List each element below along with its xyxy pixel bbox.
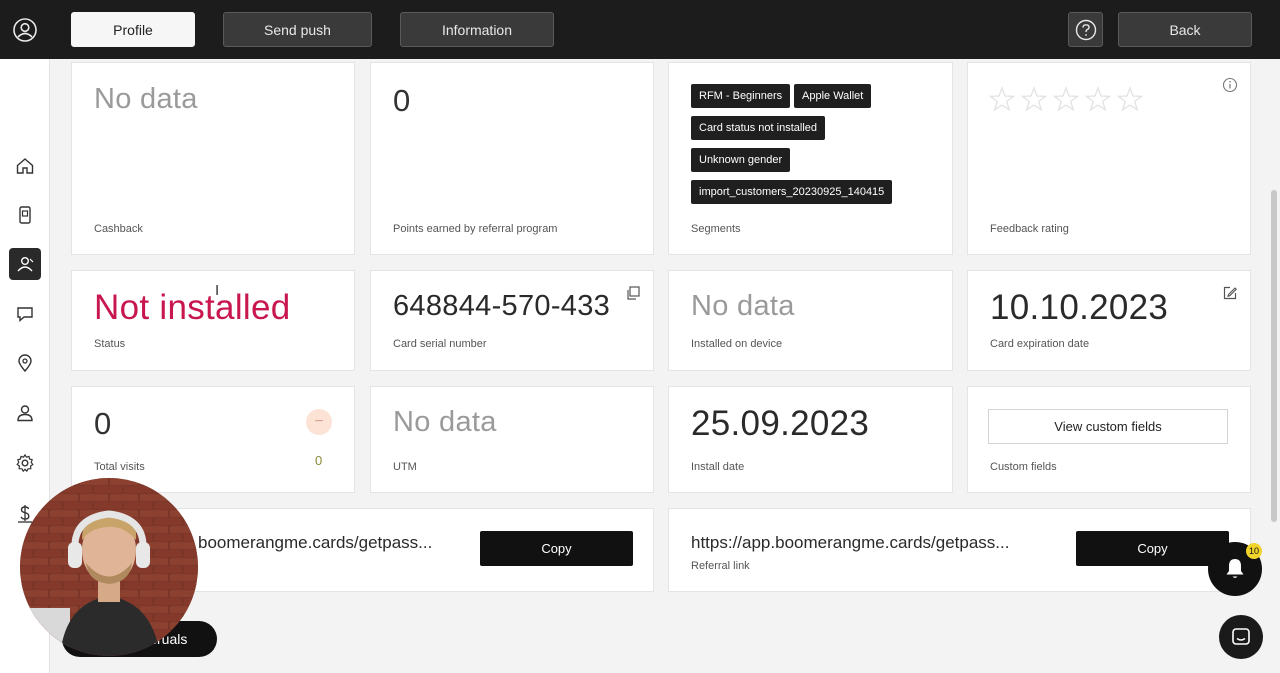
utm-card: No data UTM xyxy=(370,386,654,493)
segment-tag[interactable]: Card status not installed xyxy=(691,116,826,140)
card-link-text: boomerangme.cards/getpass... xyxy=(198,533,433,552)
referral-points-label: Points earned by referral program xyxy=(393,223,558,235)
custom-fields-card: View custom fields Custom fields xyxy=(967,386,1251,493)
top-bar: Profile Send push Information Back xyxy=(0,0,1280,59)
user-circle-icon[interactable] xyxy=(12,17,38,43)
webcam-presenter-image xyxy=(20,478,198,656)
feedback-stars xyxy=(988,85,1144,113)
sidebar-item-settings[interactable] xyxy=(9,447,41,479)
status-card: Not installed Status xyxy=(71,270,355,371)
status-value: Not installed xyxy=(94,288,291,327)
bell-icon xyxy=(1226,559,1244,578)
sidebar-item-messages[interactable] xyxy=(9,298,41,330)
person-icon xyxy=(17,405,33,422)
visits-secondary-value: 0 xyxy=(315,453,323,468)
chat-launcher-icon xyxy=(1232,628,1250,645)
support-chat-button[interactable] xyxy=(1219,615,1263,659)
expiration-value: 10.10.2023 xyxy=(990,288,1169,327)
sidebar-item-managers[interactable] xyxy=(9,397,41,429)
cashback-value: No data xyxy=(94,83,198,115)
segments-label: Segments xyxy=(691,223,741,235)
utm-value: No data xyxy=(393,406,497,438)
install-date-card: 25.09.2023 Install date xyxy=(668,386,953,493)
decrease-visits-button[interactable]: − xyxy=(306,409,332,435)
referral-points-value: 0 xyxy=(393,83,411,118)
copy-card-link-button[interactable]: Copy xyxy=(480,531,633,566)
feedback-card: Feedback rating xyxy=(967,62,1251,255)
sidebar-item-locations[interactable] xyxy=(9,347,41,379)
serial-value: 648844-570-433 xyxy=(393,290,611,322)
card-device-icon xyxy=(19,206,31,224)
utm-label: UTM xyxy=(393,461,417,473)
text-cursor-icon: I xyxy=(215,282,220,299)
segment-tag[interactable]: RFM - Beginners xyxy=(691,84,791,108)
expiration-card: 10.10.2023 Card expiration date xyxy=(967,270,1251,371)
help-button[interactable] xyxy=(1068,12,1103,47)
status-label: Status xyxy=(94,338,126,350)
device-label: Installed on device xyxy=(691,338,783,350)
referral-link-label: Referral link xyxy=(691,560,750,572)
device-value: No data xyxy=(691,290,795,322)
visits-value: 0 xyxy=(94,406,112,441)
notification-count-badge: 10 xyxy=(1246,543,1262,559)
referral-points-card: 0 Points earned by referral program xyxy=(370,62,654,255)
star-icon xyxy=(1084,86,1112,112)
question-circle-icon xyxy=(1075,19,1096,40)
install-date-label: Install date xyxy=(691,461,745,473)
segment-tag[interactable]: Unknown gender xyxy=(691,148,791,172)
view-custom-fields-button[interactable]: View custom fields xyxy=(988,409,1228,444)
accruals-tail-text: s xyxy=(206,638,215,655)
edit-icon[interactable] xyxy=(1222,285,1238,301)
referral-link-panel: https://app.boomerangme.cards/getpass...… xyxy=(668,508,1251,592)
chat-icon xyxy=(17,307,33,323)
star-icon xyxy=(988,86,1016,112)
sidebar-item-home[interactable] xyxy=(9,150,41,182)
star-icon xyxy=(1052,86,1080,112)
information-button[interactable]: Information xyxy=(400,12,554,47)
scrollbar-thumb[interactable] xyxy=(1271,190,1277,522)
star-icon xyxy=(1116,86,1144,112)
segments-card: RFM - Beginners Apple Wallet Card status… xyxy=(668,62,953,255)
serial-label: Card serial number xyxy=(393,338,487,350)
location-icon xyxy=(18,354,32,373)
profile-tab-button[interactable]: Profile xyxy=(71,12,195,47)
copy-icon[interactable] xyxy=(625,285,641,301)
referral-link-text: https://app.boomerangme.cards/getpass... xyxy=(691,533,1010,552)
gear-icon xyxy=(16,453,34,473)
segment-tag[interactable]: Apple Wallet xyxy=(794,84,872,108)
customers-icon xyxy=(17,257,34,272)
webcam-overlay xyxy=(20,478,198,656)
visits-label: Total visits xyxy=(94,461,145,473)
segment-tag[interactable]: import_customers_20230925_140415 xyxy=(691,180,893,204)
serial-card: 648844-570-433 Card serial number xyxy=(370,270,654,371)
device-card: No data Installed on device xyxy=(668,270,953,371)
copy-referral-link-button[interactable]: Copy xyxy=(1076,531,1229,566)
send-push-button[interactable]: Send push xyxy=(223,12,372,47)
install-date-value: 25.09.2023 xyxy=(691,404,870,443)
custom-fields-label: Custom fields xyxy=(990,461,1057,473)
feedback-label: Feedback rating xyxy=(990,223,1069,235)
expiration-label: Card expiration date xyxy=(990,338,1090,350)
visits-card: 0 − 0 Total visits xyxy=(71,386,355,493)
cashback-label: Cashback xyxy=(94,223,143,235)
info-icon[interactable] xyxy=(1222,77,1238,93)
sidebar-item-customers[interactable] xyxy=(9,248,41,280)
star-icon xyxy=(1020,86,1048,112)
back-button[interactable]: Back xyxy=(1118,12,1252,47)
sidebar-item-cards[interactable] xyxy=(9,199,41,231)
home-icon xyxy=(16,158,34,174)
cashback-card: No data Cashback xyxy=(71,62,355,255)
